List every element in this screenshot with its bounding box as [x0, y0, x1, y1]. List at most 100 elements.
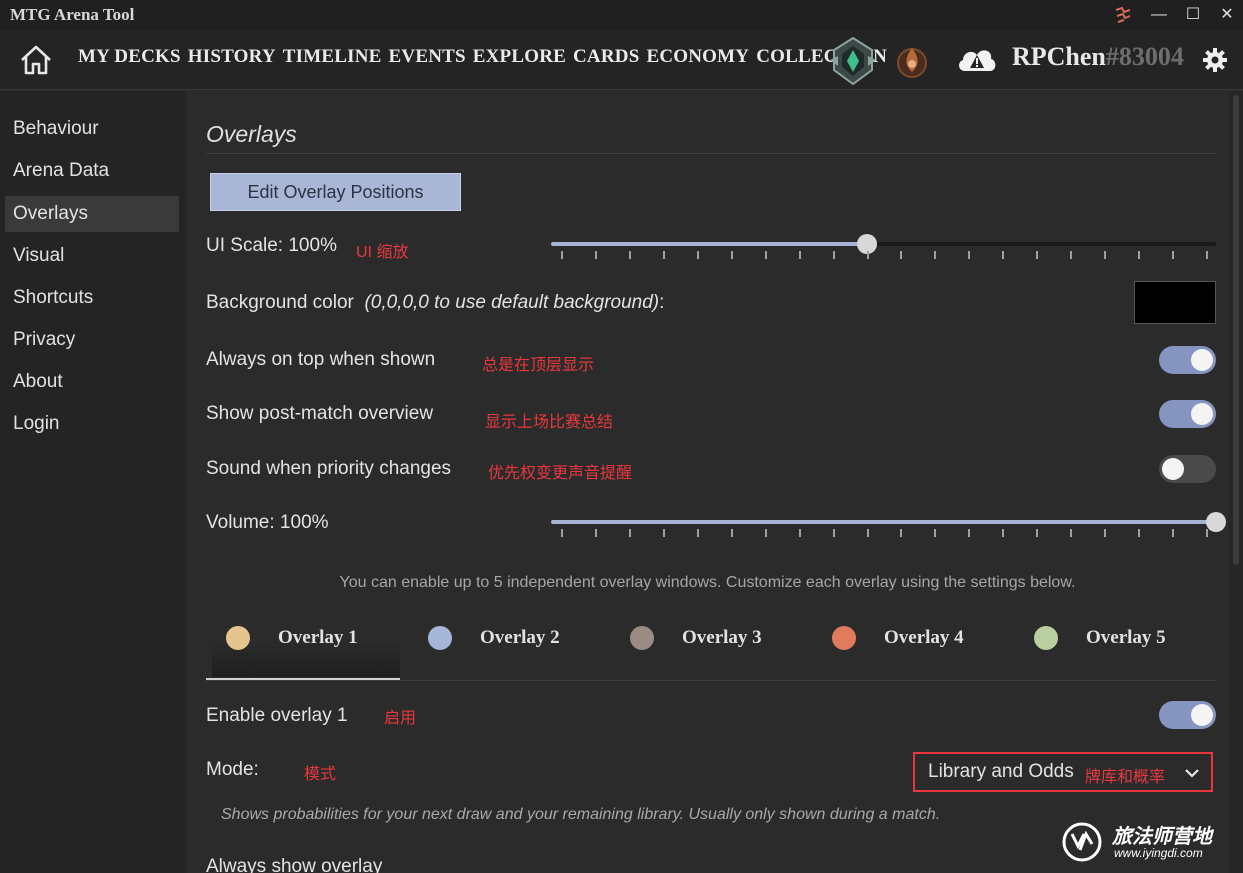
slider-tick [662, 251, 665, 259]
background-color-swatch[interactable] [1134, 281, 1216, 324]
volume-slider[interactable] [551, 512, 1226, 532]
maximize-button[interactable]: ☐ [1182, 4, 1204, 26]
enable-overlay-label: Enable overlay 1 [206, 705, 348, 726]
overlays-settings-panel: Overlays Edit Overlay Positions UI Scale… [186, 91, 1229, 873]
active-tab-underline [206, 678, 400, 680]
sidebar-item-login[interactable]: Login [5, 406, 179, 442]
slider-tick [696, 529, 699, 537]
mode-annotation: 模式 [304, 766, 337, 783]
home-icon[interactable] [18, 43, 54, 77]
tab-overlay-3-label: Overlay 3 [682, 627, 762, 648]
slider-tick [798, 529, 801, 537]
post-match-annotation: 显示上场比赛总结 [485, 414, 614, 431]
tab-overlay-5-label: Overlay 5 [1086, 627, 1166, 648]
settings-sidebar: Behaviour Arena Data Overlays Visual Sho… [0, 91, 186, 873]
slider-tick [1070, 529, 1073, 537]
overlay-1-color-dot [226, 626, 250, 650]
enable-overlay-toggle[interactable] [1159, 701, 1216, 729]
sidebar-item-about[interactable]: About [5, 364, 179, 400]
nav-my-decks[interactable]: MY DECKS [78, 46, 181, 68]
volume-label: Volume: 100% [206, 512, 329, 533]
slider-tick [1104, 251, 1107, 259]
tab-overlay-4[interactable]: Overlay 4 [818, 611, 1006, 677]
slider-tick [561, 251, 563, 259]
slider-tick [628, 529, 631, 537]
sidebar-item-arena-data[interactable]: Arena Data [5, 153, 179, 189]
nav-explore[interactable]: EXPLORE [473, 46, 566, 68]
always-on-top-annotation: 总是在顶层显示 [482, 357, 595, 374]
extension-icon[interactable] [1112, 4, 1134, 26]
ui-scale-label: UI Scale: 100% [206, 235, 337, 256]
scrollbar-thumb[interactable] [1233, 95, 1239, 565]
app-title: MTG Arena Tool [10, 5, 135, 24]
slider-tick [1002, 251, 1005, 259]
slider-tick [832, 529, 835, 537]
background-color-text: Background color [206, 292, 354, 313]
tab-overlay-3[interactable]: Overlay 3 [616, 611, 804, 677]
user-name[interactable]: RPChen#83004 [1012, 42, 1184, 72]
nav-timeline[interactable]: TIMELINE [283, 46, 382, 68]
slider-tick [968, 251, 971, 259]
always-show-overlay-label: Always show overlay [206, 856, 383, 873]
sidebar-item-shortcuts[interactable]: Shortcuts [5, 280, 179, 316]
nav-economy[interactable]: ECONOMY [646, 46, 749, 68]
slider-tick [866, 529, 869, 537]
overlay-5-color-dot [1034, 626, 1058, 650]
edit-overlay-positions-button[interactable]: Edit Overlay Positions [210, 173, 461, 211]
slider-tick [1070, 251, 1073, 259]
slider-tick [1104, 529, 1107, 537]
sound-priority-annotation: 优先权变更声音提醒 [488, 465, 633, 482]
slider-tick [832, 251, 835, 259]
tab-overlay-1[interactable]: Overlay 1 [212, 611, 400, 677]
sidebar-item-behaviour[interactable]: Behaviour [5, 111, 179, 147]
always-on-top-toggle[interactable] [1159, 346, 1216, 374]
watermark-url: www.iyingdi.com [1114, 846, 1203, 860]
slider-tick [1002, 529, 1005, 537]
mode-select-value: Library and Odds [928, 761, 1074, 782]
ui-scale-slider-fill [551, 242, 867, 246]
tab-overlay-1-label: Overlay 1 [278, 627, 358, 648]
slider-tick [628, 251, 631, 259]
tab-overlay-2[interactable]: Overlay 2 [414, 611, 602, 677]
watermark-text: 旅法师营地 [1112, 826, 1212, 848]
background-color-hint: (0,0,0,0 to use default background) [364, 292, 660, 313]
slider-tick [696, 251, 699, 259]
constructed-rank-icon[interactable] [828, 36, 878, 86]
toggle-knob [1191, 704, 1213, 726]
mode-select[interactable]: Library and Odds 牌库和概率 [913, 752, 1213, 792]
slider-tick [798, 251, 801, 259]
slider-tick [934, 529, 937, 537]
tab-overlay-4-label: Overlay 4 [884, 627, 964, 648]
main-scrollbar[interactable] [1229, 91, 1243, 873]
sidebar-item-privacy[interactable]: Privacy [5, 322, 179, 358]
nav-events[interactable]: EVENTS [389, 46, 466, 68]
sound-priority-toggle[interactable] [1159, 455, 1216, 483]
always-on-top-label: Always on top when shown [206, 349, 436, 370]
nav-cards[interactable]: CARDS [573, 46, 639, 68]
slider-tick [934, 251, 937, 259]
slider-tick [730, 529, 733, 537]
title-bar: MTG Arena Tool — ☐ ✕ [0, 0, 1243, 30]
limited-rank-icon[interactable] [895, 42, 929, 80]
cloud-sync-warning-icon[interactable] [955, 43, 999, 75]
mode-select-annotation: 牌库和概率 [1085, 769, 1166, 786]
section-title: Overlays [206, 121, 297, 147]
ui-scale-slider[interactable] [551, 234, 1216, 254]
post-match-toggle[interactable] [1159, 400, 1216, 428]
close-button[interactable]: ✕ [1216, 4, 1238, 26]
tab-overlay-5[interactable]: Overlay 5 [1020, 611, 1208, 677]
slider-tick [900, 251, 903, 259]
nav-history[interactable]: HISTORY [188, 46, 276, 68]
overlay-3-color-dot [630, 626, 654, 650]
sidebar-item-overlays[interactable]: Overlays [5, 196, 179, 232]
gear-icon[interactable] [1202, 47, 1228, 73]
slider-tick [764, 529, 767, 537]
minimize-button[interactable]: — [1148, 4, 1170, 26]
overlay-2-color-dot [428, 626, 452, 650]
toggle-knob [1162, 458, 1184, 480]
sidebar-item-visual[interactable]: Visual [5, 238, 179, 274]
nav-menu: MY DECKS HISTORY TIMELINE EVENTS EXPLORE… [78, 46, 887, 68]
slider-tick [900, 529, 903, 537]
overlay-info-text: You can enable up to 5 independent overl… [339, 574, 1076, 591]
overlay-4-color-dot [832, 626, 856, 650]
